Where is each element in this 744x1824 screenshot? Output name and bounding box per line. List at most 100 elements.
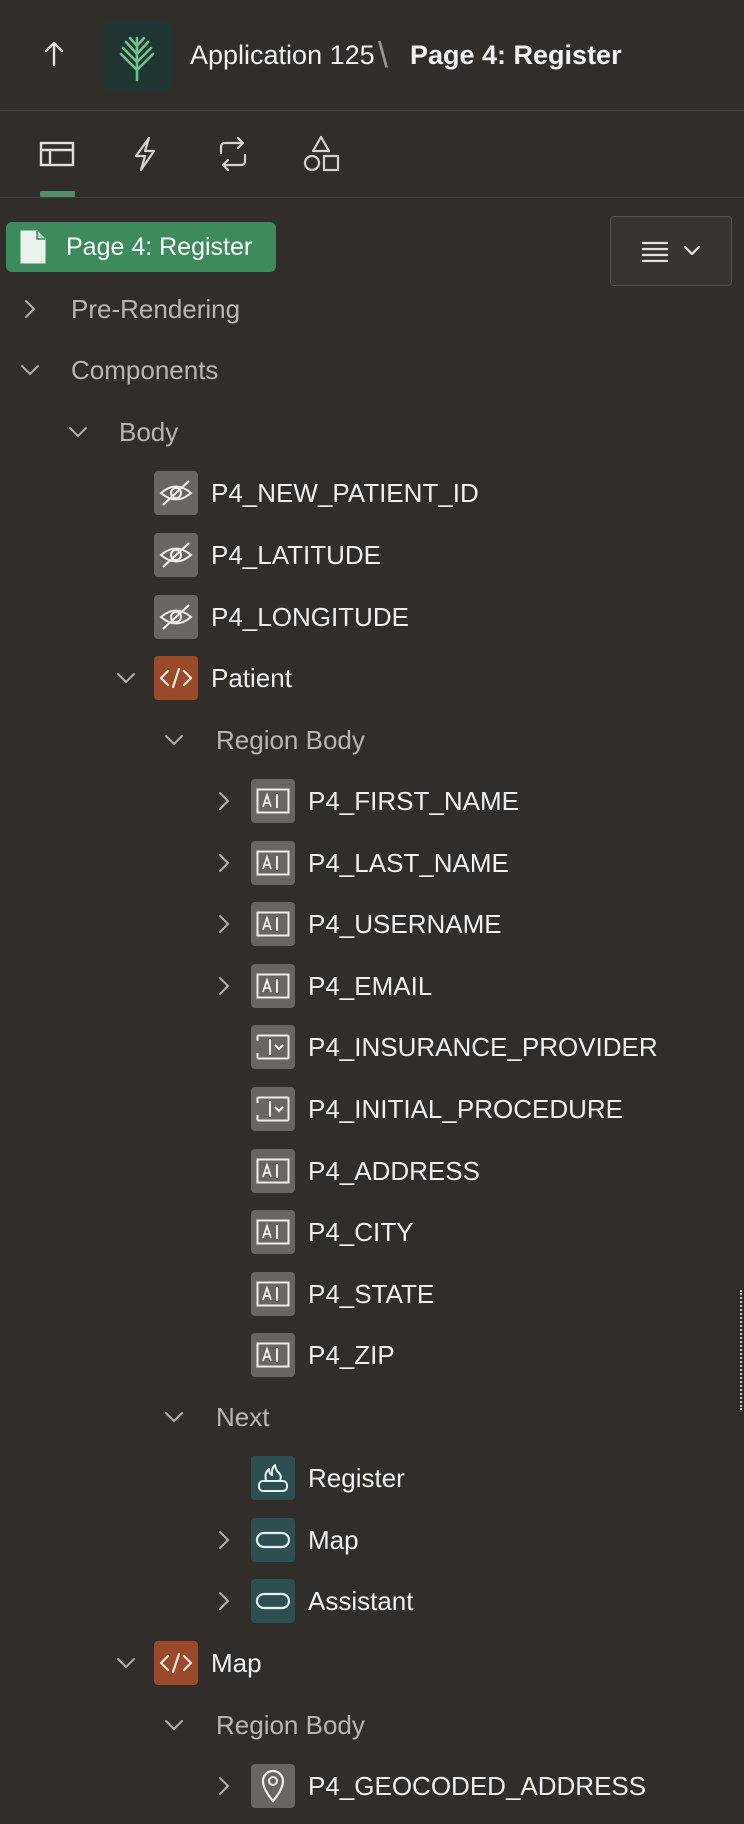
tree-node-p4-geocoded-address[interactable]: P4_GEOCODED_ADDRESS: [0, 1758, 744, 1814]
chevron-down-icon[interactable]: [18, 358, 42, 382]
tree-node-pre-rendering[interactable]: Pre-Rendering: [0, 281, 744, 337]
tree-node-label: P4_ADDRESS: [308, 1155, 480, 1186]
tree-node-p4-username[interactable]: P4_USERNAME: [0, 896, 744, 952]
chevron-down-icon[interactable]: [162, 728, 186, 752]
chevron-down-icon[interactable]: [162, 1713, 186, 1737]
layout-icon: [39, 141, 75, 167]
tree-node-p4-address[interactable]: P4_ADDRESS: [0, 1143, 744, 1199]
resize-handle[interactable]: [740, 1290, 744, 1410]
chevron-right-icon[interactable]: [212, 912, 236, 936]
tree-node-p4-initial-procedure[interactable]: P4_INITIAL_PROCEDURE: [0, 1081, 744, 1137]
header: Application 125 \ Page 4: Register: [0, 0, 744, 111]
arrow-up-icon[interactable]: [38, 38, 70, 70]
chevron-right-icon[interactable]: [212, 974, 236, 998]
tree-node-label: P4_ZIP: [308, 1339, 395, 1370]
tree-node-label: P4_LAST_NAME: [308, 847, 509, 878]
tree-node-label: P4_USERNAME: [308, 908, 502, 939]
select-list-icon: [251, 1025, 295, 1069]
tree-node-label: P4_CITY: [308, 1216, 414, 1247]
text-field-icon: [251, 902, 295, 946]
chevron-down-icon[interactable]: [162, 1405, 186, 1429]
tree-node-label: Body: [119, 416, 179, 447]
button-icon: [251, 1518, 295, 1562]
shapes-icon: [303, 135, 340, 172]
code-region-icon: [154, 656, 198, 700]
tree-node-label: Assistant: [308, 1585, 414, 1616]
chevron-right-icon[interactable]: [212, 851, 236, 875]
designer-tabs: [0, 111, 744, 198]
tree-node-next[interactable]: Next: [0, 1389, 744, 1445]
tree-node-label: Pre-Rendering: [71, 293, 241, 324]
chevron-down-icon[interactable]: [114, 1651, 138, 1675]
tree-node-label: Next: [216, 1401, 270, 1432]
chevron-down-icon[interactable]: [114, 666, 138, 690]
lightning-icon: [134, 136, 156, 172]
text-field-icon: [251, 1333, 295, 1377]
chevron-down-icon[interactable]: [66, 420, 90, 444]
tree-logo-icon[interactable]: [102, 21, 172, 91]
tree-node-label: Map: [308, 1524, 359, 1555]
chevron-down-icon: [683, 245, 701, 256]
tree-node-patient-region[interactable]: Patient: [0, 650, 744, 706]
tree-node-p4-city[interactable]: P4_CITY: [0, 1204, 744, 1260]
tree-node-assistant-button[interactable]: Assistant: [0, 1573, 744, 1629]
tree-node-p4-state[interactable]: P4_STATE: [0, 1266, 744, 1322]
tree-node-label: P4_FIRST_NAME: [308, 785, 519, 816]
text-field-icon: [251, 841, 295, 885]
tab-shared-components[interactable]: [286, 111, 356, 197]
tree-node-label: Region Body: [216, 724, 365, 755]
tree-node-label: Components: [71, 354, 219, 385]
tab-processing[interactable]: [198, 111, 268, 197]
hidden-item-icon: [154, 533, 198, 577]
tree-node-p4-insurance-provider[interactable]: P4_INSURANCE_PROVIDER: [0, 1019, 744, 1075]
text-field-icon: [251, 1272, 295, 1316]
tree-node-p4-email[interactable]: P4_EMAIL: [0, 958, 744, 1014]
tree-node-label: P4_LONGITUDE: [211, 601, 409, 632]
chevron-right-icon[interactable]: [212, 1528, 236, 1552]
text-field-icon: [251, 779, 295, 823]
tab-rendering[interactable]: [22, 111, 92, 197]
tree-node-p4-new-patient-id[interactable]: P4_NEW_PATIENT_ID: [0, 465, 744, 521]
app-title[interactable]: Application 125: [190, 40, 375, 71]
tree-root-label: Page 4: Register: [66, 232, 253, 261]
tree-node-p4-first-name[interactable]: P4_FIRST_NAME: [0, 773, 744, 829]
tree-node-label: P4_STATE: [308, 1278, 435, 1309]
button-icon: [251, 1579, 295, 1623]
tree-node-register-button[interactable]: Register: [0, 1450, 744, 1506]
chevron-right-icon[interactable]: [18, 297, 42, 321]
chevron-right-icon[interactable]: [212, 1774, 236, 1798]
menu-icon: [642, 241, 668, 262]
page-title: Page 4: Register: [410, 40, 622, 70]
tree-node-label: P4_LATITUDE: [211, 539, 382, 570]
tree-node-map-region[interactable]: Map: [0, 1635, 744, 1691]
tree-node-label: Register: [308, 1462, 405, 1493]
map-pin-icon: [251, 1764, 295, 1808]
tree-node-label: P4_GEOCODED_ADDRESS: [308, 1770, 647, 1801]
tree-node-region-body[interactable]: Region Body: [0, 712, 744, 768]
tree-node-p4-latitude[interactable]: P4_LATITUDE: [0, 527, 744, 583]
tree-node-components[interactable]: Components: [0, 342, 744, 398]
tree-node-label: Map: [211, 1647, 262, 1678]
tree-node-map-button[interactable]: Map: [0, 1512, 744, 1568]
hot-button-icon: [251, 1456, 295, 1500]
tree-node-label: Patient: [211, 662, 292, 693]
tree-root-page[interactable]: Page 4: Register: [6, 222, 276, 272]
loop-icon: [219, 137, 247, 171]
text-field-icon: [251, 964, 295, 1008]
tree-node-p4-zip[interactable]: P4_ZIP: [0, 1327, 744, 1383]
tree-node-p4-last-name[interactable]: P4_LAST_NAME: [0, 835, 744, 891]
page-icon: [20, 230, 46, 264]
page-designer-tree: Application 125 \ Page 4: Register Page …: [0, 0, 744, 1824]
tree-node-map-region-body[interactable]: Region Body: [0, 1697, 744, 1753]
code-region-icon: [154, 1641, 198, 1685]
tree-node-label: P4_INSURANCE_PROVIDER: [308, 1031, 658, 1062]
tab-dynamic-actions[interactable]: [110, 111, 180, 197]
text-field-icon: [251, 1149, 295, 1193]
tree-node-label: P4_EMAIL: [308, 970, 433, 1001]
chevron-right-icon[interactable]: [212, 1589, 236, 1613]
tree-node-body[interactable]: Body: [0, 404, 744, 460]
chevron-right-icon[interactable]: [212, 789, 236, 813]
tree-menu-button[interactable]: [610, 216, 732, 286]
tree-node-label: Region Body: [216, 1709, 365, 1740]
tree-node-p4-longitude[interactable]: P4_LONGITUDE: [0, 589, 744, 645]
